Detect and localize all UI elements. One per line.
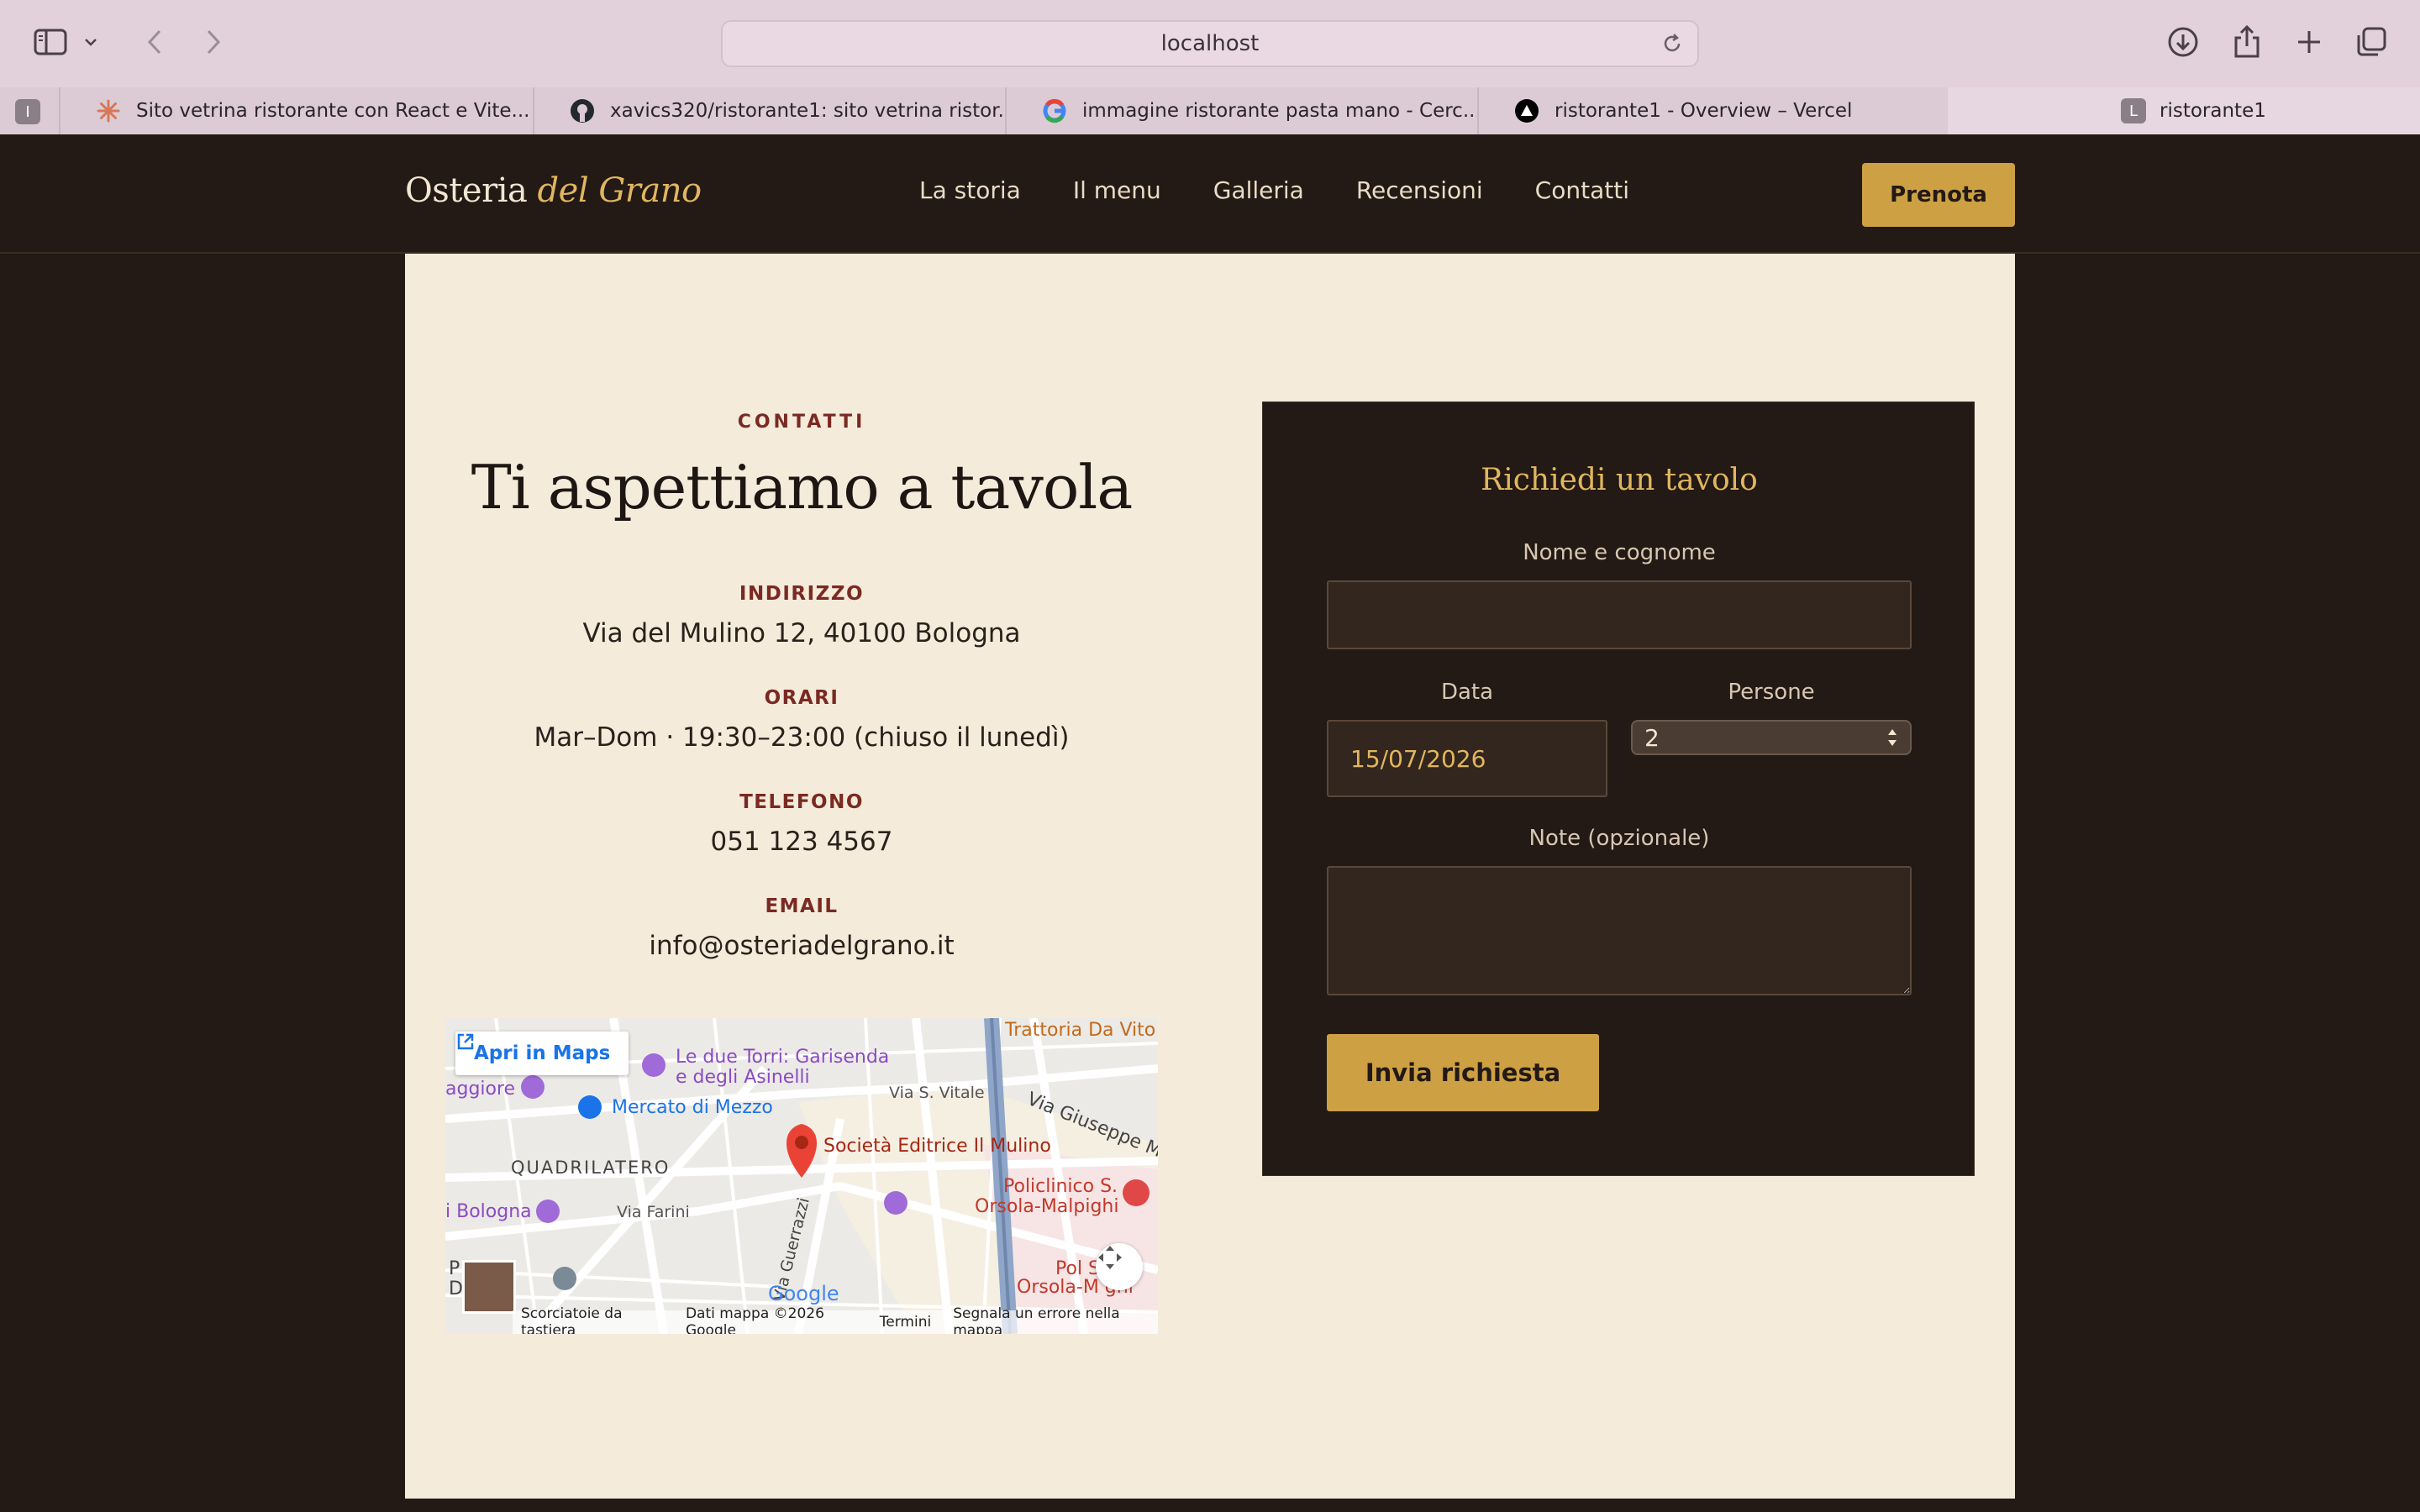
hours-label: ORARI (764, 687, 839, 709)
google-icon (1042, 98, 1067, 123)
map-camera-control[interactable] (1096, 1243, 1143, 1290)
email-label: EMAIL (765, 895, 839, 917)
google-logo: Google (768, 1282, 839, 1305)
logo-accent: del Grano (537, 171, 702, 210)
map-label: Orsola-Malpighi (975, 1196, 1119, 1217)
map-label: QUADRILATERO (511, 1158, 671, 1178)
section-title: Ti aspettiamo a tavola (471, 452, 1134, 522)
reservation-form: Richiedi un tavolo Nome e cognome Data 1… (1262, 402, 1975, 1176)
map-report-link[interactable]: Segnala un errore nella mappa (953, 1305, 1150, 1334)
prenota-button[interactable]: Prenota (1862, 163, 2015, 227)
external-link-icon (457, 1033, 474, 1050)
reload-icon[interactable] (1660, 32, 1684, 61)
people-select[interactable]: 2 (1631, 720, 1912, 755)
address-label: INDIRIZZO (739, 583, 865, 605)
map-label: i Bologna (445, 1201, 532, 1222)
map-label: Le due Torri: Garisenda (676, 1047, 890, 1068)
tab-4[interactable]: ristorante1 - Overview – Vercel (1477, 87, 1949, 134)
address-bar[interactable]: localhost (721, 20, 1699, 67)
nav-il-menu[interactable]: Il menu (1073, 176, 1161, 204)
footer-edge (405, 1499, 2015, 1512)
downloads-icon[interactable] (2165, 24, 2202, 60)
address-value: Via del Mulino 12, 40100 Bologna (582, 618, 1021, 648)
map-label: Via Farini (617, 1203, 690, 1221)
map-embed[interactable]: Apri in Maps Trattoria Da Vito Le due To… (445, 1018, 1158, 1334)
forward-icon[interactable] (195, 24, 232, 60)
browser-toolbar: localhost (0, 0, 2420, 87)
tab-active[interactable]: L ristorante1 (1948, 87, 2420, 134)
sidebar-icon[interactable] (32, 24, 69, 60)
github-icon (570, 98, 595, 123)
nav-la-storia[interactable]: La storia (919, 176, 1021, 204)
map-label: aggiore (445, 1079, 516, 1100)
map-label: Policlinico S. (1003, 1176, 1118, 1197)
open-in-maps-button[interactable]: Apri in Maps (455, 1032, 629, 1075)
section-eyebrow: CONTATTI (737, 412, 866, 433)
vercel-icon (1514, 98, 1539, 123)
claude-icon (96, 98, 121, 123)
name-input[interactable] (1327, 580, 1912, 649)
chevron-down-icon[interactable] (81, 24, 101, 60)
notes-label: Note (opzionale) (1528, 826, 1710, 851)
hours-value: Mar–Dom · 19:30–23:00 (chiuso il lunedì) (534, 722, 1070, 753)
phone-value[interactable]: 051 123 4567 (405, 827, 1198, 857)
tab-2[interactable]: xavics320/ristorante1: sito vetrina rist… (533, 87, 1005, 134)
select-arrows-icon (1888, 729, 1897, 746)
name-label: Nome e cognome (1523, 540, 1716, 565)
people-label: Persone (1728, 680, 1815, 705)
address-text: localhost (1160, 31, 1260, 56)
notes-textarea[interactable] (1327, 866, 1912, 995)
nav-contatti[interactable]: Contatti (1535, 176, 1629, 204)
satellite-thumbnail[interactable] (462, 1260, 516, 1314)
email-value[interactable]: info@osteriadelgrano.it (405, 931, 1198, 961)
main-nav: La storia Il menu Galleria Recensioni Co… (919, 176, 1629, 204)
map-label: Via S. Vitale (889, 1084, 985, 1102)
pinned-tab[interactable]: I (15, 99, 40, 124)
tab-overview-icon[interactable] (2353, 24, 2390, 60)
tab-title: Sito vetrina ristorante con React e Vite… (136, 100, 530, 122)
map-shortcuts-link[interactable]: Scorciatoie da tastiera (521, 1305, 664, 1334)
tab-title: immagine ristorante pasta mano - Cerc... (1082, 100, 1477, 122)
nav-recensioni[interactable]: Recensioni (1356, 176, 1483, 204)
form-title: Richiedi un tavolo (1481, 463, 1758, 497)
new-tab-icon[interactable] (2291, 24, 2328, 60)
tab-favicon: L (2121, 98, 2146, 123)
map-label: e degli Asinelli (676, 1067, 810, 1088)
date-input[interactable]: 15/07/2026 (1327, 720, 1607, 797)
map-footer: Scorciatoie da tastiera Dati mappa ©2026… (513, 1305, 1158, 1334)
map-data-text: Dati mappa ©2026 Google (685, 1305, 824, 1334)
people-value: 2 (1644, 723, 1660, 752)
site-header: Osteria del Grano La storia Il menu Gall… (0, 134, 2420, 254)
phone-label: TELEFONO (739, 791, 864, 813)
tab-1[interactable]: Sito vetrina ristorante con React e Vite… (59, 87, 533, 134)
nav-galleria[interactable]: Galleria (1213, 176, 1304, 204)
tab-3[interactable]: immagine ristorante pasta mano - Cerc... (1005, 87, 1477, 134)
contact-section: CONTATTI Ti aspettiamo a tavola INDIRIZZ… (405, 254, 2015, 1512)
tab-title: ristorante1 (2160, 100, 2266, 122)
logo-main: Osteria (405, 171, 528, 210)
map-pin-label[interactable]: Società Editrice Il Mulino (823, 1136, 1051, 1157)
date-label: Data (1440, 680, 1494, 705)
map-label: Mercato di Mezzo (612, 1097, 773, 1118)
open-in-maps-label: Apri in Maps (474, 1042, 611, 1064)
move-arrows-icon (1098, 1246, 1122, 1269)
tab-title: ristorante1 - Overview – Vercel (1555, 100, 1853, 122)
map-label: Trattoria Da Vito (1005, 1020, 1156, 1041)
submit-button[interactable]: Invia richiesta (1327, 1034, 1599, 1111)
logo[interactable]: Osteria del Grano (405, 171, 702, 210)
date-value: 15/07/2026 (1350, 744, 1486, 773)
tab-title: xavics320/ristorante1: sito vetrina rist… (610, 100, 1005, 122)
back-icon[interactable] (136, 24, 173, 60)
share-icon[interactable] (2228, 24, 2265, 60)
map-terms-link[interactable]: Termini (880, 1314, 931, 1331)
